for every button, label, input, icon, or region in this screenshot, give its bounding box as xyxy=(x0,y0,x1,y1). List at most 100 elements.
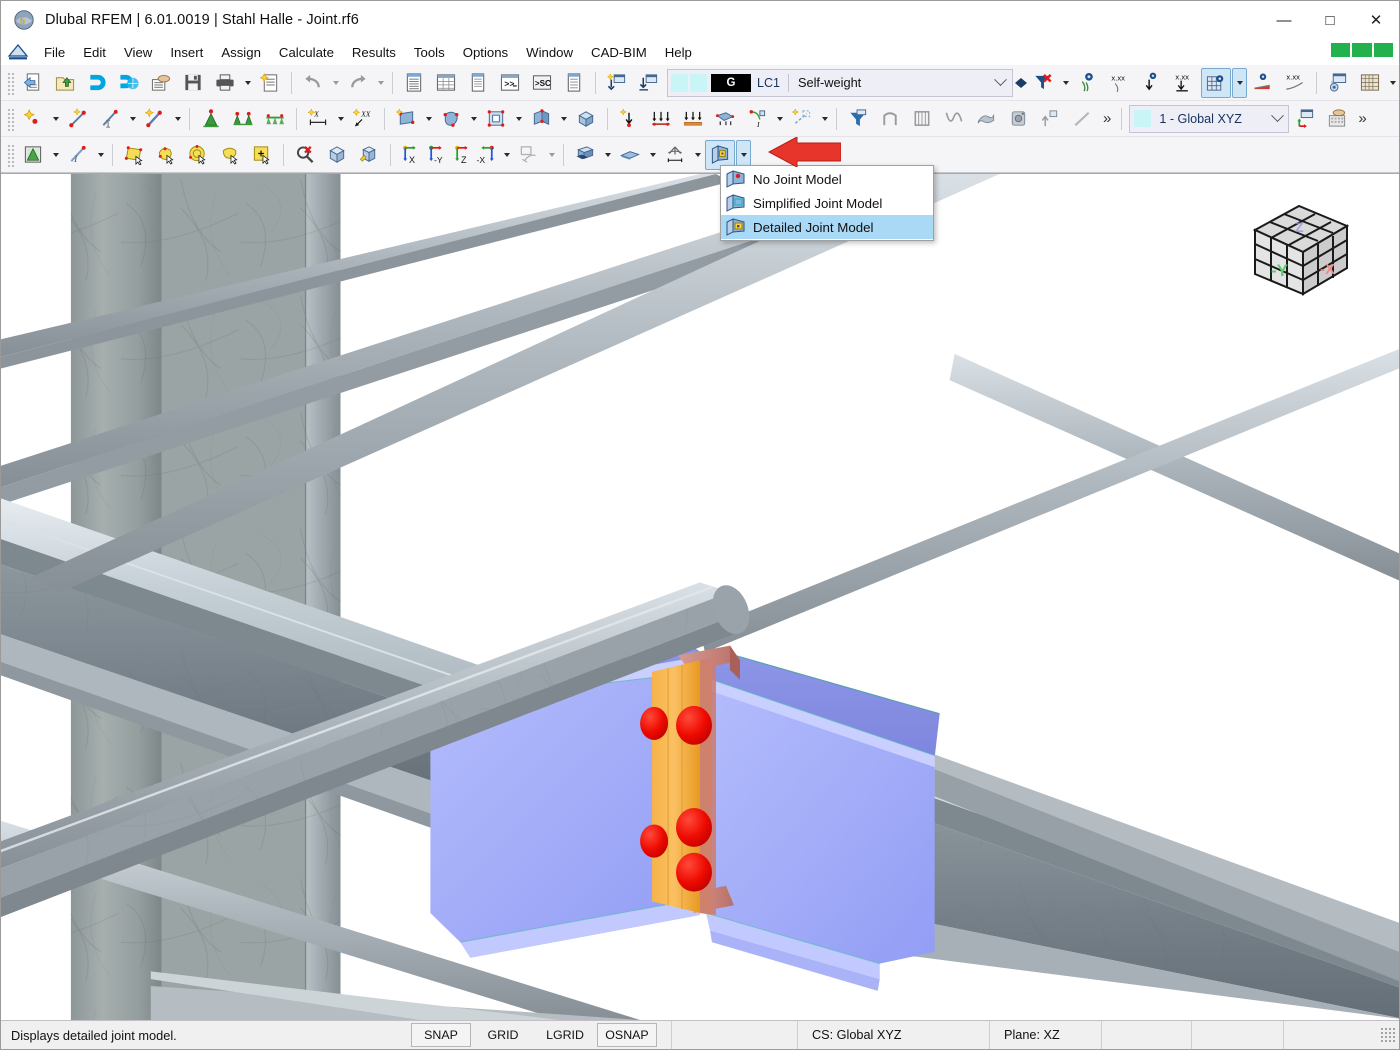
work-plane-icon[interactable] xyxy=(1322,104,1352,134)
delete-results-dropdown[interactable] xyxy=(1059,69,1072,97)
table-icon[interactable] xyxy=(431,68,461,98)
script-icon[interactable]: >SC xyxy=(527,68,557,98)
save-as-icon[interactable] xyxy=(146,68,176,98)
render-grid-icon[interactable] xyxy=(1201,68,1231,98)
select-special-icon[interactable] xyxy=(247,140,277,170)
line-display-icon[interactable]: I xyxy=(63,140,93,170)
toolbar-grip[interactable] xyxy=(6,107,14,131)
new-dimension-x-icon[interactable]: X xyxy=(303,104,333,134)
ucs-axes-icon[interactable] xyxy=(1290,104,1320,134)
toolbar-grip[interactable] xyxy=(6,143,14,167)
new-opening-icon[interactable] xyxy=(481,104,511,134)
shell-icon[interactable] xyxy=(971,104,1001,134)
select-free-icon[interactable] xyxy=(151,140,181,170)
redo-dropdown[interactable] xyxy=(374,69,387,97)
surface-render-dropdown[interactable] xyxy=(646,141,659,169)
menu-item-options[interactable]: Options xyxy=(454,42,517,63)
render-mode-icon[interactable] xyxy=(18,140,48,170)
load-values-icon[interactable]: x.xx xyxy=(1105,68,1135,98)
dropdown-item-no-joint-model[interactable]: No Joint Model xyxy=(721,167,933,191)
view-z-icon[interactable]: Z xyxy=(449,140,473,170)
new-imperfection-icon[interactable] xyxy=(787,104,817,134)
view-x-icon[interactable]: X xyxy=(397,140,421,170)
new-model-icon[interactable] xyxy=(18,68,48,98)
new-support-icon[interactable] xyxy=(196,104,226,134)
frame-icon[interactable] xyxy=(875,104,905,134)
new-load-node-icon[interactable] xyxy=(614,104,644,134)
new-member-icon[interactable] xyxy=(140,104,170,134)
status-toggle-snap[interactable]: SNAP xyxy=(411,1023,471,1047)
open-folder-icon[interactable] xyxy=(50,68,80,98)
settings-results-icon[interactable] xyxy=(1323,68,1353,98)
print-dropdown[interactable] xyxy=(241,69,254,97)
model-viewport-3d[interactable]: -Y -X Z xyxy=(1,173,1399,1020)
line-tool-icon[interactable] xyxy=(1067,104,1097,134)
new-surface-icon[interactable] xyxy=(391,104,421,134)
load-case-selector[interactable]: G LC1 Self-weight xyxy=(667,69,1013,97)
toolbar-grip[interactable] xyxy=(6,71,14,95)
status-toggle-lgrid[interactable]: LGRID xyxy=(535,1023,595,1047)
view-box-icon[interactable] xyxy=(322,140,352,170)
deformation-values-icon[interactable]: x.xx xyxy=(1280,68,1310,98)
dropdown-item-detailed-joint-model[interactable]: Detailed Joint Model xyxy=(721,215,933,239)
new-load-free-dropdown[interactable] xyxy=(773,105,786,133)
menu-item-tools[interactable]: Tools xyxy=(405,42,454,63)
delete-results-icon[interactable] xyxy=(1028,68,1058,98)
menu-item-help[interactable]: Help xyxy=(656,42,701,63)
dlubal-cloud-icon[interactable] xyxy=(114,68,144,98)
select-circle-icon[interactable] xyxy=(183,140,213,170)
new-load-member-icon[interactable] xyxy=(646,104,676,134)
load-case-new-icon[interactable] xyxy=(602,68,632,98)
chevron-down-icon[interactable] xyxy=(990,71,1012,95)
undo-dropdown[interactable] xyxy=(329,69,342,97)
menu-item-results[interactable]: Results xyxy=(343,42,405,63)
toolbar-overflow-icon-2[interactable]: » xyxy=(1353,110,1371,127)
save-icon[interactable] xyxy=(178,68,208,98)
menu-item-edit[interactable]: Edit xyxy=(74,42,115,63)
support-forces-icon[interactable]: x.xx xyxy=(1169,68,1199,98)
view-minus-x-icon[interactable]: -X xyxy=(475,140,499,170)
new-line-dim-icon[interactable] xyxy=(95,104,125,134)
dropdown-item-simplified-joint-model[interactable]: Simplified Joint Model xyxy=(721,191,933,215)
resize-grip-icon[interactable] xyxy=(1380,1027,1396,1043)
new-nodal-release-dropdown[interactable] xyxy=(557,105,570,133)
print-icon[interactable] xyxy=(210,68,240,98)
calc-table-dropdown[interactable] xyxy=(1386,69,1399,97)
menu-item-cad-bim[interactable]: CAD-BIM xyxy=(582,42,656,63)
perspective-icon[interactable] xyxy=(514,140,544,170)
support-render-dropdown[interactable] xyxy=(691,141,704,169)
new-node-icon[interactable] xyxy=(18,104,48,134)
new-block-icon[interactable] xyxy=(571,104,601,134)
calc-table-icon[interactable] xyxy=(1355,68,1385,98)
new-report-icon[interactable] xyxy=(255,68,285,98)
solid-rotate-icon[interactable] xyxy=(1003,104,1033,134)
menu-item-assign[interactable]: Assign xyxy=(212,42,270,63)
show-loads-icon[interactable] xyxy=(1073,68,1103,98)
menu-item-window[interactable]: Window xyxy=(517,42,582,63)
render-grid-dropdown[interactable] xyxy=(1232,68,1247,98)
data-panel-icon[interactable] xyxy=(559,68,589,98)
menu-item-insert[interactable]: Insert xyxy=(161,42,212,63)
maximize-button[interactable]: □ xyxy=(1307,1,1353,39)
new-nodal-release-icon[interactable] xyxy=(526,104,556,134)
new-surface-dropdown[interactable] xyxy=(422,105,435,133)
zoom-reset-icon[interactable] xyxy=(290,140,320,170)
menu-item-view[interactable]: View xyxy=(115,42,161,63)
status-toggle-osnap[interactable]: OSNAP xyxy=(597,1023,657,1047)
joint-model-dropdown-menu[interactable]: No Joint Model Simplified Joint Model xyxy=(720,165,934,241)
perspective-dropdown[interactable] xyxy=(545,141,558,169)
new-solid-icon[interactable] xyxy=(436,104,466,134)
close-button[interactable]: ✕ xyxy=(1353,1,1399,39)
console-icon[interactable]: >> xyxy=(495,68,525,98)
redo-icon[interactable] xyxy=(343,68,373,98)
view-dropdown[interactable] xyxy=(500,141,513,169)
render-mode-dropdown[interactable] xyxy=(49,141,62,169)
line-display-dropdown[interactable] xyxy=(94,141,107,169)
menu-item-file[interactable]: File xyxy=(35,42,74,63)
new-member-dropdown[interactable] xyxy=(171,105,184,133)
new-load-free-icon[interactable]: I xyxy=(742,104,772,134)
filter-load-icon[interactable] xyxy=(843,104,873,134)
menu-item-calculate[interactable]: Calculate xyxy=(270,42,343,63)
extrude-icon[interactable] xyxy=(1035,104,1065,134)
deformation-icon[interactable] xyxy=(1248,68,1278,98)
